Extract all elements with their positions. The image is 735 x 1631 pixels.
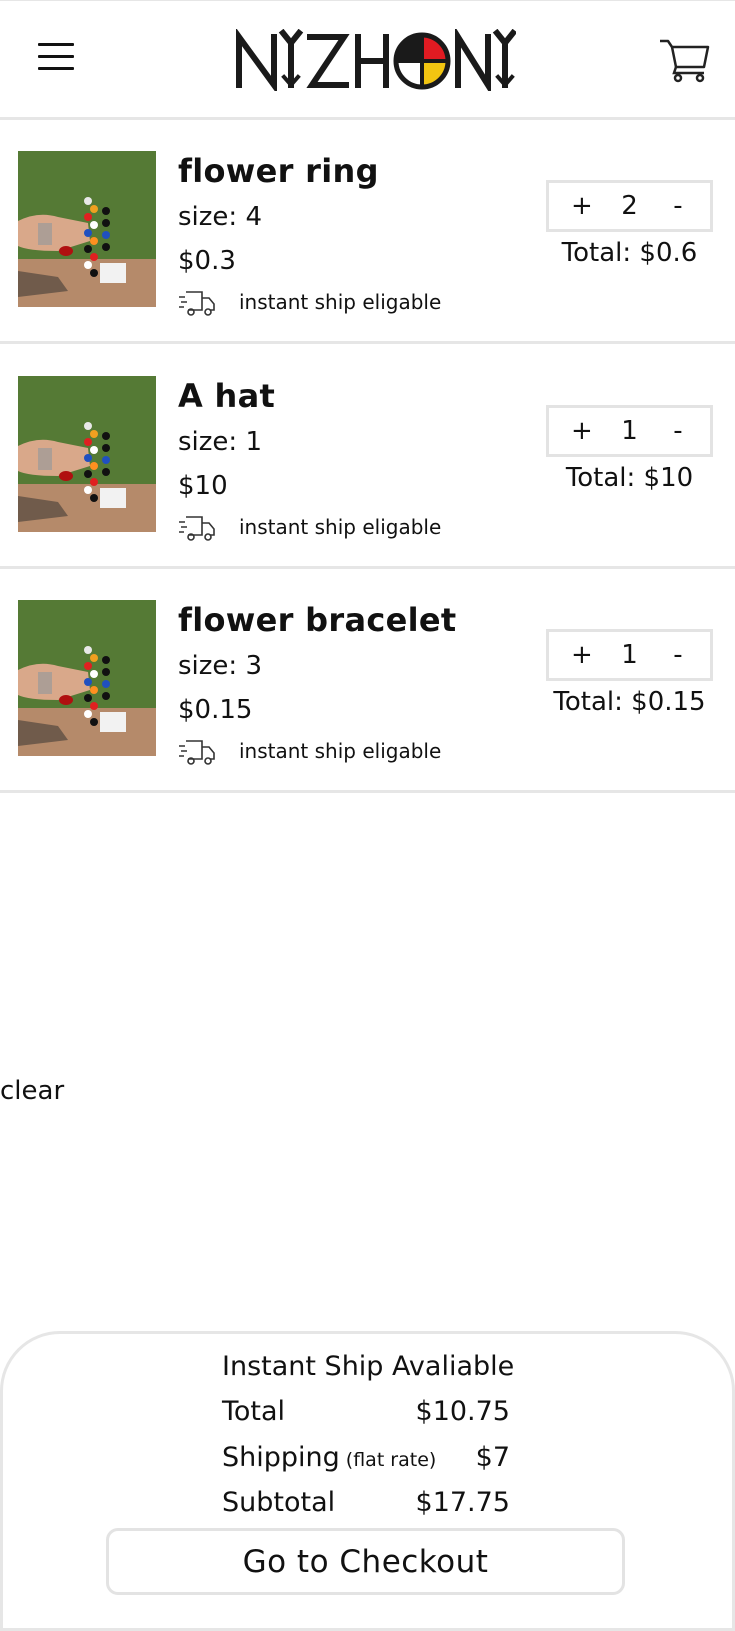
item-name: A hat <box>178 377 276 415</box>
subtotal-label: Subtotal <box>222 1487 336 1518</box>
quantity-value: 2 <box>621 191 638 221</box>
instant-ship-label: instant ship eligable <box>239 739 442 763</box>
logo-wordmark <box>236 26 518 96</box>
increase-quantity-button[interactable]: + <box>571 640 593 670</box>
clear-cart-button[interactable]: clear <box>0 1076 64 1106</box>
item-price: $0.3 <box>178 246 236 276</box>
item-name: flower bracelet <box>178 601 457 639</box>
brand-logo[interactable] <box>236 26 518 96</box>
shipping-note: (flat rate) <box>345 1449 437 1471</box>
item-size: size: 1 <box>178 427 262 457</box>
increase-quantity-button[interactable]: + <box>571 191 593 221</box>
item-price: $0.15 <box>178 695 253 725</box>
item-size: size: 3 <box>178 651 262 681</box>
total-label: Total <box>222 1396 286 1427</box>
quantity-stepper: + 2 - <box>546 180 713 232</box>
item-total: Total: $0.6 <box>561 238 698 268</box>
checkout-button[interactable]: Go to Checkout <box>106 1528 625 1595</box>
cart-item: A hat size: 1 $10 instant ship eligable … <box>0 345 735 569</box>
instant-ship-label: instant ship eligable <box>239 290 442 314</box>
quantity-value: 1 <box>621 416 638 446</box>
shopping-cart-icon[interactable] <box>658 37 710 87</box>
quantity-stepper: + 1 - <box>546 405 713 457</box>
item-name: flower ring <box>178 152 379 190</box>
instant-ship-status: Instant Ship Avaliable <box>222 1351 515 1382</box>
total-value: $10.75 <box>415 1396 510 1427</box>
hamburger-menu-icon[interactable] <box>38 43 74 77</box>
cart-item: flower ring size: 4 $0.3 instant ship el… <box>0 120 735 344</box>
medicine-wheel-icon <box>393 32 451 90</box>
instant-ship-label: instant ship eligable <box>239 515 442 539</box>
decrease-quantity-button[interactable]: - <box>668 191 688 221</box>
item-total: Total: $0.15 <box>553 687 706 717</box>
decrease-quantity-button[interactable]: - <box>668 640 688 670</box>
cart-item: flower bracelet size: 3 $0.15 instant sh… <box>0 569 735 793</box>
item-size: size: 4 <box>178 202 262 232</box>
shipping-label: Shipping <box>222 1442 340 1473</box>
shipping-label-group: Shipping (flat rate) <box>222 1442 436 1473</box>
increase-quantity-button[interactable]: + <box>571 416 593 446</box>
delivery-truck-icon <box>178 737 216 771</box>
delivery-truck-icon <box>178 513 216 547</box>
subtotal-value: $17.75 <box>415 1487 510 1518</box>
item-price: $10 <box>178 471 228 501</box>
item-total: Total: $10 <box>565 463 694 493</box>
product-thumbnail[interactable] <box>18 151 156 307</box>
summary-shipping-row: Shipping (flat rate) $7 <box>222 1442 510 1473</box>
summary-subtotal-row: Subtotal $17.75 <box>222 1487 510 1518</box>
product-thumbnail[interactable] <box>18 376 156 532</box>
summary-total-row: Total $10.75 <box>222 1396 510 1427</box>
decrease-quantity-button[interactable]: - <box>668 416 688 446</box>
delivery-truck-icon <box>178 288 216 322</box>
shipping-value: $7 <box>475 1442 510 1473</box>
app-header <box>0 0 735 120</box>
product-thumbnail[interactable] <box>18 600 156 756</box>
quantity-stepper: + 1 - <box>546 629 713 681</box>
quantity-value: 1 <box>621 640 638 670</box>
